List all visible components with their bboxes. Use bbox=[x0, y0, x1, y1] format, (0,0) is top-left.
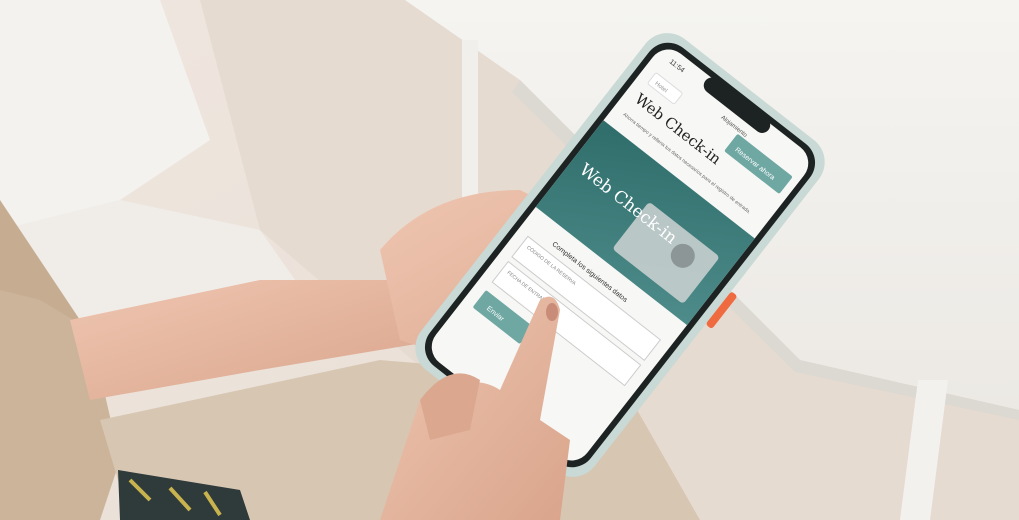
photo-scene: 11:54 Alojamiento Hotel Reservar ahora W… bbox=[0, 0, 1019, 520]
fingernail bbox=[546, 303, 558, 321]
table-leg-left bbox=[462, 40, 478, 210]
